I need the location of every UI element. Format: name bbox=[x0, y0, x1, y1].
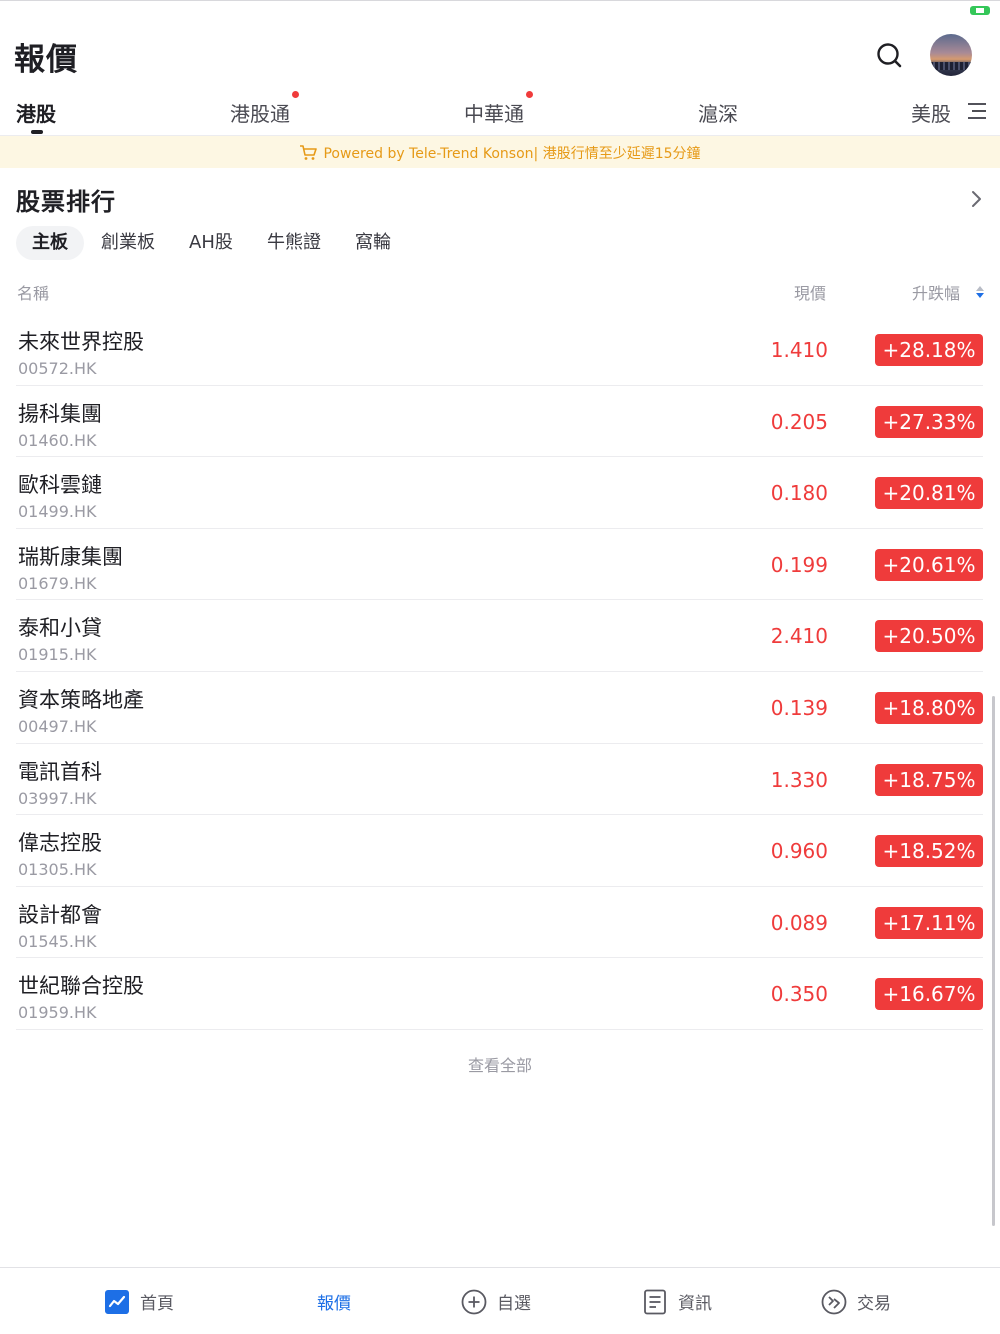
section-title: 股票排行 bbox=[16, 188, 116, 216]
stock-price: 0.139 bbox=[770, 695, 828, 720]
nav-watchlist[interactable]: 自選 bbox=[461, 1268, 531, 1334]
stock-name: 瑞斯康集團 bbox=[18, 544, 123, 569]
change-badge: +28.18% bbox=[875, 334, 983, 366]
tab-hk-connect[interactable]: 港股通 bbox=[230, 98, 290, 127]
stock-price: 0.205 bbox=[770, 409, 828, 434]
stock-code: 01460.HK bbox=[18, 430, 97, 450]
subtab-main-board[interactable]: 主板 bbox=[16, 226, 84, 260]
search-icon[interactable] bbox=[872, 38, 906, 72]
scrollbar[interactable] bbox=[992, 696, 995, 1226]
stock-name: 未來世界控股 bbox=[18, 330, 144, 354]
column-header-change[interactable]: 升跌幅 bbox=[912, 280, 960, 304]
stock-code: 00497.HK bbox=[18, 716, 97, 736]
chevron-right-icon[interactable] bbox=[968, 188, 984, 210]
stock-price: 0.180 bbox=[770, 481, 828, 506]
status-bar bbox=[0, 0, 1000, 20]
tab-shanghai-shenzhen[interactable]: 滬深 bbox=[698, 98, 738, 127]
stock-row[interactable]: 瑞斯康集團 01679.HK 0.199 +20.61% bbox=[16, 529, 983, 601]
stock-code: 03997.HK bbox=[18, 788, 97, 808]
nav-news-label: 資訊 bbox=[678, 1294, 712, 1314]
change-badge: +20.61% bbox=[875, 548, 983, 581]
nav-home[interactable]: 首頁 bbox=[104, 1268, 174, 1334]
stock-price: 2.410 bbox=[770, 624, 828, 649]
nav-trade[interactable]: 交易 bbox=[821, 1268, 891, 1334]
stock-row[interactable]: 資本策略地產 00497.HK 0.139 +18.80% bbox=[16, 672, 983, 744]
change-badge: +18.75% bbox=[875, 763, 983, 796]
stock-name: 設計都會 bbox=[18, 902, 102, 927]
stock-code: 01915.HK bbox=[18, 645, 97, 665]
nav-home-label: 首頁 bbox=[140, 1294, 174, 1314]
stock-code: 01959.HK bbox=[18, 1003, 97, 1023]
change-badge: +18.52% bbox=[875, 835, 983, 868]
stock-row[interactable]: 設計都會 01545.HK 0.089 +17.11% bbox=[16, 887, 983, 959]
page-title: 報價 bbox=[14, 42, 78, 78]
stock-code: 01499.HK bbox=[18, 502, 97, 522]
stock-row[interactable]: 世紀聯合控股 01959.HK 0.350 +16.67% bbox=[16, 958, 983, 1030]
stock-row[interactable]: 電訊首科 03997.HK 1.330 +18.75% bbox=[16, 744, 983, 816]
stock-price: 0.199 bbox=[770, 552, 828, 577]
stock-price: 1.410 bbox=[770, 338, 828, 362]
market-tabs: 港股 港股通 中華通 滬深 美股 bbox=[0, 90, 1000, 136]
view-all-label[interactable]: 查看全部 bbox=[468, 1056, 532, 1075]
nav-quotes-label: 報價 bbox=[317, 1294, 351, 1314]
bottom-navigation: 首頁 報價 自選 資訊 交易 bbox=[0, 1267, 1000, 1334]
document-icon bbox=[642, 1289, 668, 1315]
notification-dot bbox=[292, 91, 299, 98]
stock-name: 泰和小貸 bbox=[18, 616, 102, 641]
stock-price: 1.330 bbox=[770, 767, 828, 792]
notice-text: Powered by Tele-Trend Konson| 港股行情至少延遲15… bbox=[323, 146, 701, 162]
column-header-price: 現價 bbox=[794, 284, 827, 303]
change-badge: +27.33% bbox=[875, 405, 983, 438]
stock-name: 偉志控股 bbox=[18, 831, 102, 856]
battery-icon bbox=[970, 6, 990, 15]
stock-price: 0.960 bbox=[770, 839, 828, 864]
nav-quotes[interactable]: 報價 bbox=[317, 1268, 351, 1334]
stock-name: 電訊首科 bbox=[18, 759, 102, 784]
change-badge: +17.11% bbox=[875, 906, 983, 939]
add-circle-icon bbox=[461, 1289, 487, 1315]
tab-us-stocks[interactable]: 美股 bbox=[911, 98, 951, 127]
delay-notice-banner: Powered by Tele-Trend Konson| 港股行情至少延遲15… bbox=[0, 136, 1000, 168]
tab-hk-stocks[interactable]: 港股 bbox=[16, 98, 56, 127]
nav-news[interactable]: 資訊 bbox=[642, 1268, 712, 1334]
subtab-gem[interactable]: 創業板 bbox=[101, 226, 155, 260]
stock-name: 歐科雲鏈 bbox=[18, 473, 102, 498]
avatar[interactable] bbox=[930, 34, 972, 76]
notification-dot bbox=[526, 91, 533, 98]
stock-name: 世紀聯合控股 bbox=[18, 974, 144, 999]
cart-icon bbox=[299, 144, 318, 165]
stock-row[interactable]: 揚科集團 01460.HK 0.205 +27.33% bbox=[16, 386, 983, 458]
change-badge: +16.67% bbox=[875, 978, 983, 1011]
chart-icon bbox=[104, 1289, 130, 1315]
subtab-warrants[interactable]: 窩輪 bbox=[355, 226, 391, 260]
stock-name: 資本策略地產 bbox=[18, 687, 144, 712]
stock-code: 01679.HK bbox=[18, 573, 97, 593]
stock-row[interactable]: 偉志控股 01305.HK 0.960 +18.52% bbox=[16, 815, 983, 887]
stock-row[interactable]: 未來世界控股 00572.HK 1.410 +28.18% bbox=[16, 314, 983, 386]
nav-trade-label: 交易 bbox=[857, 1294, 891, 1314]
stock-code: 01305.HK bbox=[18, 860, 97, 880]
view-all-link[interactable]: 查看全部 bbox=[0, 1052, 1000, 1076]
subtab-ah-shares[interactable]: AH股 bbox=[189, 226, 233, 260]
subtab-cbbc[interactable]: 牛熊證 bbox=[267, 226, 321, 260]
change-badge: +18.80% bbox=[875, 691, 983, 724]
nav-watchlist-label: 自選 bbox=[497, 1294, 531, 1314]
stock-price: 0.089 bbox=[770, 910, 828, 935]
active-tab-indicator bbox=[31, 130, 43, 134]
menu-icon[interactable] bbox=[967, 102, 987, 120]
stock-code: 01545.HK bbox=[18, 931, 97, 951]
trade-icon bbox=[821, 1289, 847, 1315]
column-header-name: 名稱 bbox=[17, 284, 50, 303]
stock-price: 0.350 bbox=[770, 982, 828, 1007]
sort-icon[interactable] bbox=[975, 284, 985, 300]
stock-row[interactable]: 泰和小貸 01915.HK 2.410 +20.50% bbox=[16, 600, 983, 672]
stock-ranking-list: 未來世界控股 00572.HK 1.410 +28.18% 揚科集團 01460.HK 0.… bbox=[16, 314, 983, 1030]
change-badge: +20.50% bbox=[875, 620, 983, 653]
stock-code: 00572.HK bbox=[18, 359, 97, 378]
header: 報價 bbox=[0, 20, 1000, 90]
change-badge: +20.81% bbox=[875, 477, 983, 510]
tab-china-connect[interactable]: 中華通 bbox=[464, 98, 524, 127]
stock-row[interactable]: 歐科雲鏈 01499.HK 0.180 +20.81% bbox=[16, 457, 983, 529]
stock-name: 揚科集團 bbox=[18, 401, 102, 426]
